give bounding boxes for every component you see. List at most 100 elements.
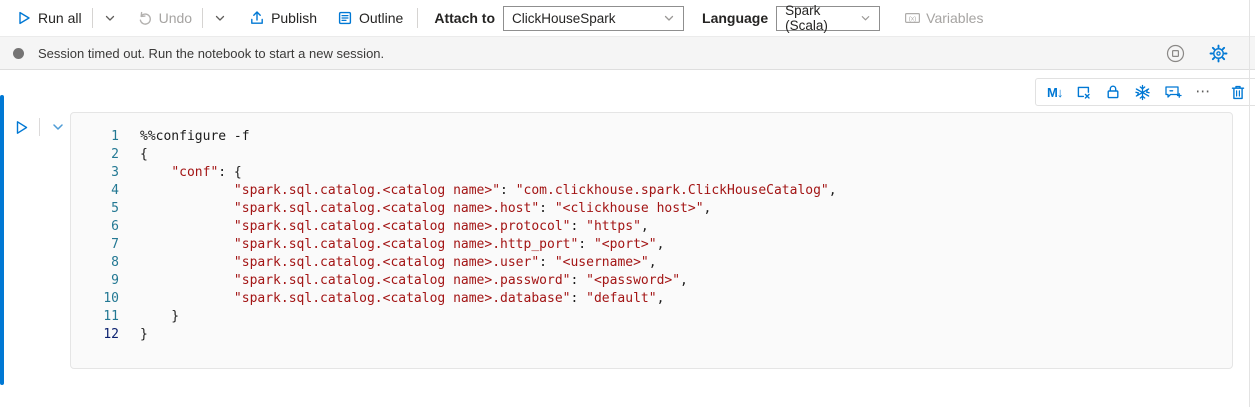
ellipsis-icon: ⋯ xyxy=(1195,87,1211,97)
undo-options-dropdown-button[interactable] xyxy=(207,4,233,32)
line-number: 11 xyxy=(71,308,119,326)
publish-button[interactable]: Publish xyxy=(243,4,323,32)
code-line-text: } xyxy=(140,308,179,326)
line-number: 4 xyxy=(71,182,119,200)
notebook-app: { "toolbar": { "run_all_label": "Run all… xyxy=(0,0,1255,407)
line-number: 10 xyxy=(71,290,119,308)
variables-icon: (x) xyxy=(904,10,920,26)
run-all-label: Run all xyxy=(38,10,82,26)
toolbar-divider xyxy=(92,8,93,28)
code-line: 3 "conf": { xyxy=(71,164,1232,182)
stop-session-button[interactable] xyxy=(1164,42,1186,64)
cell-run-controls xyxy=(10,116,69,138)
chevron-down-icon xyxy=(214,12,226,24)
line-number: 6 xyxy=(71,218,119,236)
convert-to-markdown-button[interactable]: M↓ xyxy=(1047,85,1062,100)
variables-button[interactable]: (x) Variables xyxy=(898,4,989,32)
language-value: Spark (Scala) xyxy=(785,3,860,33)
code-line: 11 } xyxy=(71,308,1232,326)
add-comment-button[interactable] xyxy=(1164,84,1182,100)
attach-to-dropdown[interactable]: ClickHouseSpark xyxy=(503,6,684,31)
undo-label: Undo xyxy=(159,10,192,26)
code-line-text: "spark.sql.catalog.<catalog name>.databa… xyxy=(140,290,664,308)
notebook-canvas: M↓ ⋯ xyxy=(0,70,1255,407)
code-line: 12} xyxy=(71,326,1232,344)
publish-upload-icon xyxy=(249,10,265,26)
line-number: 2 xyxy=(71,146,119,164)
code-line-text: "spark.sql.catalog.<catalog name>": "com… xyxy=(140,182,837,200)
active-cell-indicator xyxy=(0,95,4,385)
code-line: 10 "spark.sql.catalog.<catalog name>.dat… xyxy=(71,290,1232,308)
outline-icon xyxy=(337,10,353,26)
chevron-down-icon xyxy=(663,12,675,24)
run-options-dropdown-button[interactable] xyxy=(97,4,123,32)
code-cell: 1%%configure -f2{3 "conf": {4 "spark.sql… xyxy=(70,112,1233,369)
markdown-icon: M↓ xyxy=(1047,85,1062,100)
session-status-dot-icon xyxy=(13,48,24,59)
line-number: 5 xyxy=(71,200,119,218)
code-line-text: } xyxy=(140,326,148,344)
code-line-text: { xyxy=(140,146,148,164)
line-number: 9 xyxy=(71,272,119,290)
run-all-button[interactable]: Run all xyxy=(10,4,88,32)
code-line: 8 "spark.sql.catalog.<catalog name>.user… xyxy=(71,254,1232,272)
run-cell-button[interactable] xyxy=(10,116,32,138)
variables-label: Variables xyxy=(926,10,983,26)
session-settings-button[interactable] xyxy=(1207,42,1229,64)
chevron-down-icon xyxy=(51,120,65,134)
line-number: 3 xyxy=(71,164,119,182)
cell-toolbar: M↓ ⋯ xyxy=(1035,78,1255,106)
publish-label: Publish xyxy=(271,10,317,26)
session-status-message: Session timed out. Run the notebook to s… xyxy=(38,46,384,61)
language-label: Language xyxy=(702,10,768,26)
lock-icon xyxy=(1105,84,1121,100)
outline-label: Outline xyxy=(359,10,403,26)
more-actions-button[interactable]: ⋯ xyxy=(1195,87,1211,97)
code-line-text: "spark.sql.catalog.<catalog name>.http_p… xyxy=(140,236,664,254)
run-controls-divider xyxy=(39,118,40,136)
stop-session-icon xyxy=(1166,44,1185,63)
settings-gear-icon xyxy=(1209,44,1228,63)
clear-output-button[interactable] xyxy=(1075,84,1092,101)
undo-icon xyxy=(137,10,153,26)
svg-text:(x): (x) xyxy=(909,15,917,22)
language-dropdown[interactable]: Spark (Scala) xyxy=(776,6,880,31)
freeze-cell-button[interactable] xyxy=(1134,84,1151,101)
code-line-text: %%configure -f xyxy=(140,128,250,146)
session-status-bar: Session timed out. Run the notebook to s… xyxy=(0,36,1255,70)
snowflake-icon xyxy=(1134,84,1151,101)
toolbar-divider xyxy=(417,8,418,28)
chevron-down-icon xyxy=(104,12,116,24)
chevron-down-icon xyxy=(860,12,871,24)
code-line: 2{ xyxy=(71,146,1232,164)
clear-output-icon xyxy=(1075,84,1092,101)
code-line-text: "spark.sql.catalog.<catalog name>.user":… xyxy=(140,254,657,272)
code-line-text: "spark.sql.catalog.<catalog name>.protoc… xyxy=(140,218,649,236)
play-icon xyxy=(16,10,32,26)
comment-add-icon xyxy=(1164,84,1182,100)
code-line: 1 %%configure -f xyxy=(71,128,1232,146)
code-line-text: "spark.sql.catalog.<catalog name>.host":… xyxy=(140,200,711,218)
line-number: 7 xyxy=(71,236,119,254)
panel-right-divider xyxy=(1249,0,1250,407)
lock-cell-button[interactable] xyxy=(1105,84,1121,100)
attach-to-value: ClickHouseSpark xyxy=(512,11,616,26)
line-number: 1 xyxy=(71,128,119,146)
code-line-text: "conf": { xyxy=(140,164,242,182)
code-editor[interactable]: 1%%configure -f2{3 "conf": {4 "spark.sql… xyxy=(71,128,1232,344)
code-line: 9 "spark.sql.catalog.<catalog name>.pass… xyxy=(71,272,1232,290)
cell-run-options-button[interactable] xyxy=(47,116,69,138)
undo-button[interactable]: Undo xyxy=(131,4,198,32)
attach-to-label: Attach to xyxy=(434,10,495,26)
line-number: 8 xyxy=(71,254,119,272)
outline-button[interactable]: Outline xyxy=(331,4,409,32)
trash-icon xyxy=(1230,84,1246,101)
session-actions xyxy=(1164,42,1229,64)
delete-cell-button[interactable] xyxy=(1230,84,1246,101)
code-line: 6 "spark.sql.catalog.<catalog name>.prot… xyxy=(71,218,1232,236)
line-number: 12 xyxy=(71,326,119,344)
code-line: 5 "spark.sql.catalog.<catalog name>.host… xyxy=(71,200,1232,218)
code-line: 7 "spark.sql.catalog.<catalog name>.http… xyxy=(71,236,1232,254)
code-line: 4 "spark.sql.catalog.<catalog name>": "c… xyxy=(71,182,1232,200)
notebook-toolbar: Run all Undo Publish Outline Attach to C… xyxy=(0,0,1255,36)
